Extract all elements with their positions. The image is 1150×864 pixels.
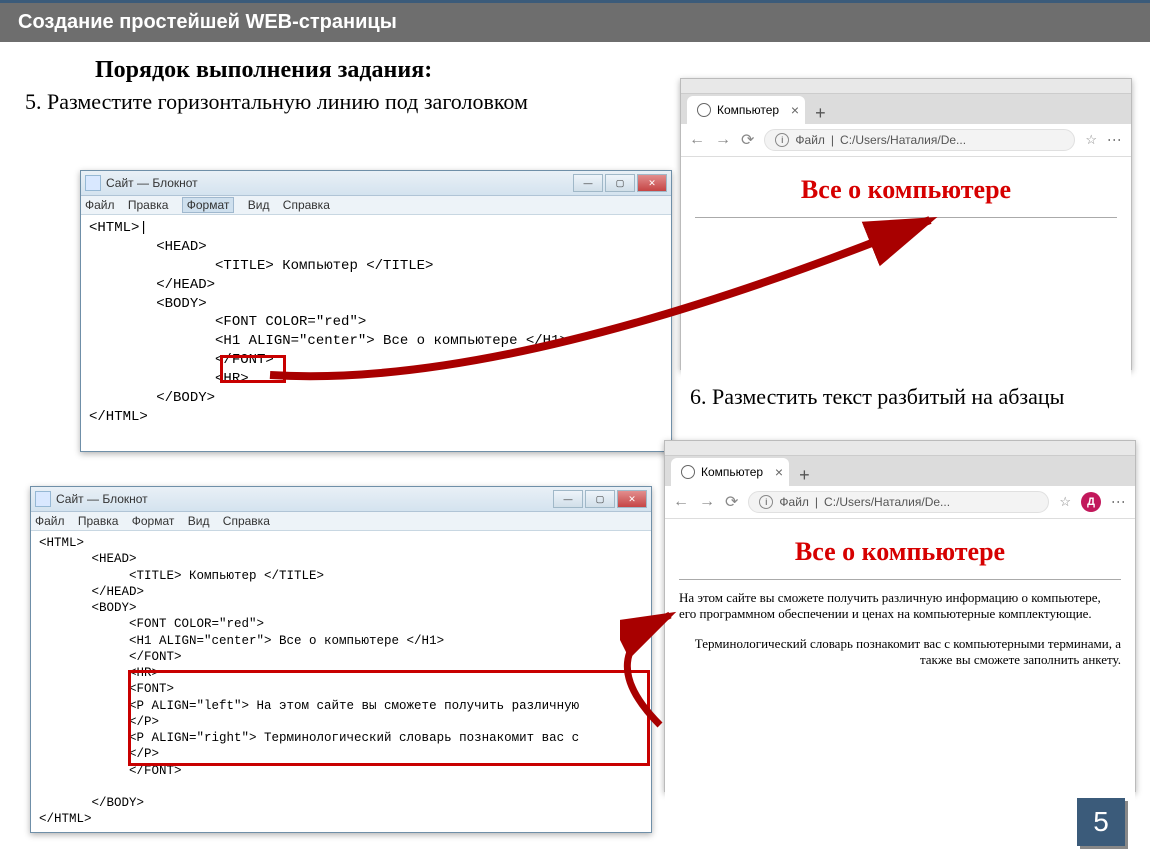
tab-title: Компьютер	[717, 103, 779, 117]
menu-file[interactable]: Файл	[35, 514, 65, 528]
forward-button[interactable]: →	[699, 493, 715, 511]
window-chrome	[665, 441, 1135, 456]
titlebar: Сайт — Блокнот — ▢ ✕	[81, 171, 671, 196]
menu-icon[interactable]: ⋮	[1111, 495, 1127, 509]
window-title: Сайт — Блокнот	[106, 176, 573, 190]
forward-button[interactable]: →	[715, 131, 731, 149]
toolbar: ← → ⟳ i Файл | C:/Users/Наталия/De... ☆ …	[681, 124, 1131, 157]
browser-tab[interactable]: Компьютер ×	[687, 96, 805, 124]
window-chrome	[681, 79, 1131, 94]
browser-tab[interactable]: Компьютер ×	[671, 458, 789, 486]
minimize-button[interactable]: —	[573, 174, 603, 192]
profile-avatar[interactable]: Д	[1081, 492, 1101, 512]
menu-help[interactable]: Справка	[283, 198, 330, 212]
browser-window-1: Компьютер × + ← → ⟳ i Файл | C:/Users/На…	[680, 78, 1132, 370]
step-6-text: 6. Разместить текст разбитый на абзацы	[690, 384, 1130, 410]
menubar: Файл Правка Формат Вид Справка	[31, 512, 651, 531]
minimize-button[interactable]: —	[553, 490, 583, 508]
new-tab-button[interactable]: +	[799, 465, 810, 486]
notepad-window-1: Сайт — Блокнот — ▢ ✕ Файл Правка Формат …	[80, 170, 672, 452]
horizontal-rule	[679, 579, 1121, 580]
horizontal-rule	[695, 217, 1117, 218]
browser-window-2: Компьютер × + ← → ⟳ i Файл | C:/Users/На…	[664, 440, 1136, 792]
slide-title: Создание простейшей WEB-страницы	[0, 0, 1150, 42]
reload-button[interactable]: ⟳	[741, 130, 754, 150]
url-path: C:/Users/Наталия/De...	[840, 133, 966, 147]
page-number: 5	[1077, 798, 1125, 846]
menu-view[interactable]: Вид	[188, 514, 210, 528]
toolbar: ← → ⟳ i Файл | C:/Users/Наталия/De... ☆ …	[665, 486, 1135, 519]
menu-view[interactable]: Вид	[248, 198, 270, 212]
step-5-text: 5. Разместите горизонтальную линию под з…	[25, 89, 665, 115]
reload-button[interactable]: ⟳	[725, 492, 738, 512]
editor-body[interactable]: <HTML>| <HEAD> <TITLE> Компьютер </TITLE…	[81, 215, 671, 431]
page-heading: Все о компьютере	[679, 537, 1121, 567]
page-content: Все о компьютере На этом сайте вы сможет…	[665, 519, 1135, 805]
notepad-window-2: Сайт — Блокнот — ▢ ✕ Файл Правка Формат …	[30, 486, 652, 833]
url-scheme: Файл	[795, 133, 825, 147]
menubar: Файл Правка Формат Вид Справка	[81, 196, 671, 215]
notepad-icon	[35, 491, 51, 507]
titlebar: Сайт — Блокнот — ▢ ✕	[31, 487, 651, 512]
url-path: C:/Users/Наталия/De...	[824, 495, 950, 509]
menu-edit[interactable]: Правка	[128, 198, 169, 212]
bookmark-icon[interactable]: ☆	[1085, 132, 1097, 148]
close-button[interactable]: ✕	[617, 490, 647, 508]
menu-icon[interactable]: ⋮	[1107, 133, 1123, 147]
menu-edit[interactable]: Правка	[78, 514, 119, 528]
maximize-button[interactable]: ▢	[605, 174, 635, 192]
tab-title: Компьютер	[701, 465, 763, 479]
page-heading: Все о компьютере	[695, 175, 1117, 205]
menu-format[interactable]: Формат	[182, 197, 235, 213]
globe-icon	[697, 103, 711, 117]
address-bar[interactable]: i Файл | C:/Users/Наталия/De...	[764, 129, 1075, 151]
paragraph-right: Терминологический словарь познакомит вас…	[679, 636, 1121, 668]
paragraph-left: На этом сайте вы сможете получить различ…	[679, 590, 1121, 622]
notepad-icon	[85, 175, 101, 191]
menu-help[interactable]: Справка	[223, 514, 270, 528]
page-content: Все о компьютере	[681, 157, 1131, 383]
info-icon: i	[759, 495, 773, 509]
url-scheme: Файл	[779, 495, 809, 509]
close-button[interactable]: ✕	[637, 174, 667, 192]
menu-format[interactable]: Формат	[132, 514, 175, 528]
globe-icon	[681, 465, 695, 479]
address-bar[interactable]: i Файл | C:/Users/Наталия/De...	[748, 491, 1049, 513]
highlight-box-hr	[220, 355, 286, 383]
maximize-button[interactable]: ▢	[585, 490, 615, 508]
window-title: Сайт — Блокнот	[56, 492, 553, 506]
new-tab-button[interactable]: +	[815, 103, 826, 124]
close-tab-icon[interactable]: ×	[775, 464, 783, 480]
back-button[interactable]: ←	[673, 493, 689, 511]
menu-file[interactable]: Файл	[85, 198, 115, 212]
bookmark-icon[interactable]: ☆	[1059, 494, 1071, 510]
back-button[interactable]: ←	[689, 131, 705, 149]
close-tab-icon[interactable]: ×	[791, 102, 799, 118]
highlight-box-paragraphs	[128, 670, 650, 766]
tab-strip: Компьютер × +	[665, 456, 1135, 486]
info-icon: i	[775, 133, 789, 147]
tab-strip: Компьютер × +	[681, 94, 1131, 124]
